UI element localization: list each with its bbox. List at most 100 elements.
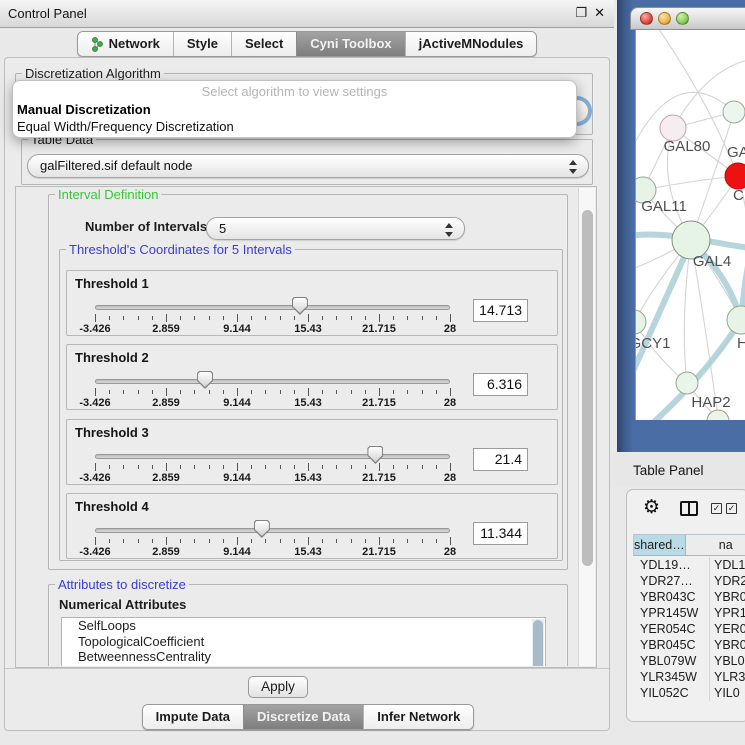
slider-handle[interactable] xyxy=(254,520,270,538)
slider-track[interactable] xyxy=(95,528,450,533)
tick-mark xyxy=(166,537,167,545)
column-header-name[interactable]: na xyxy=(686,535,745,555)
settings-scroll-area: Interval Definition Number of Intervals … xyxy=(15,186,597,668)
traffic-zoom-icon[interactable] xyxy=(676,12,689,25)
slider-handle[interactable] xyxy=(292,297,308,315)
threshold-value-field[interactable]: 6.316 xyxy=(473,373,528,396)
tick-mark xyxy=(223,465,224,469)
group-title: Discretization Algorithm xyxy=(22,66,164,81)
tab-discretize-data[interactable]: Discretize Data xyxy=(243,705,363,729)
threshold-label: Threshold 4 xyxy=(75,499,149,514)
tick-mark xyxy=(379,463,380,471)
node-selected-red[interactable] xyxy=(725,163,745,189)
node-top-right[interactable] xyxy=(723,101,745,123)
table-row[interactable]: YBL079WYBL0 xyxy=(633,653,745,669)
tab-jactivemnodules[interactable]: jActiveMNodules xyxy=(405,32,537,56)
table-row[interactable]: YER054CYER0 xyxy=(633,621,745,637)
tick-mark xyxy=(237,463,238,471)
vertical-scrollbar[interactable] xyxy=(578,188,595,666)
list-item-selfloops[interactable]: SelfLoops xyxy=(62,618,545,634)
tick-mark xyxy=(152,465,153,469)
threshold-box-1: Threshold 1-3.4262.8599.14415.4321.71528… xyxy=(66,270,558,336)
table-row[interactable]: YIL052CYIL0 xyxy=(633,685,745,701)
traffic-close-icon[interactable] xyxy=(640,12,653,25)
tick-mark xyxy=(280,465,281,469)
tick-mark xyxy=(351,390,352,394)
tick-label: 15.43 xyxy=(294,397,322,409)
num-intervals-value: 5 xyxy=(219,221,226,236)
slider-track[interactable] xyxy=(95,305,450,310)
node-hap2[interactable] xyxy=(676,372,698,394)
table-row[interactable]: YLR345WYLR3 xyxy=(633,669,745,685)
list-item-betweennesscentrality[interactable]: BetweennessCentrality xyxy=(62,649,545,665)
slider-handle[interactable] xyxy=(367,446,383,464)
tab-impute-data[interactable]: Impute Data xyxy=(143,705,243,729)
tick-mark xyxy=(308,388,309,396)
threshold-box-3: Threshold 3-3.4262.8599.14415.4321.71528… xyxy=(66,419,558,485)
slider-handle[interactable] xyxy=(197,371,213,389)
apply-button[interactable]: Apply xyxy=(248,676,308,698)
checkbox-checked-icon[interactable]: ✓ xyxy=(711,503,722,514)
tick-label: 21.715 xyxy=(362,323,396,335)
scrollbar-thumb[interactable] xyxy=(582,210,593,566)
cell-name: YDR2 xyxy=(710,573,745,589)
tick-mark xyxy=(351,465,352,469)
tick-mark xyxy=(365,465,366,469)
popup-option-manual-discretization[interactable]: Manual Discretization xyxy=(17,102,151,117)
tab-cyni-toolbox[interactable]: Cyni Toolbox xyxy=(296,32,404,56)
node-h[interactable] xyxy=(727,306,745,334)
threshold-value-field[interactable]: 14.713 xyxy=(473,299,528,322)
slider-track[interactable] xyxy=(95,454,450,459)
tick-mark xyxy=(123,390,124,394)
tab-network[interactable]: Network xyxy=(78,32,173,56)
attributes-list[interactable]: SelfLoopsTopologicalCoefficientBetweenne… xyxy=(61,617,546,666)
tab-infer-network[interactable]: Infer Network xyxy=(363,705,473,729)
cell-name: YBL0 xyxy=(710,653,745,669)
tick-label: 28 xyxy=(444,546,456,558)
table-row[interactable]: YBR045CYBR0 xyxy=(633,637,745,653)
slider-ticks xyxy=(95,314,450,322)
cell-name: YDL1 xyxy=(710,557,745,573)
slider-track[interactable] xyxy=(95,379,450,384)
tick-mark xyxy=(308,463,309,471)
node-gcy1[interactable] xyxy=(636,310,646,334)
table-row[interactable]: YDL19…YDL1 xyxy=(633,557,745,573)
tab-label: Infer Network xyxy=(377,705,460,729)
traffic-minimize-icon[interactable] xyxy=(658,12,671,25)
columns-icon[interactable] xyxy=(680,501,698,516)
attributes-scrollbar[interactable] xyxy=(532,619,544,666)
list-item-topologicalcoefficient[interactable]: TopologicalCoefficient xyxy=(62,634,545,650)
table-row[interactable]: YBR043CYBR0 xyxy=(633,589,745,605)
tab-select[interactable]: Select xyxy=(231,32,296,56)
gear-icon[interactable]: ⚙ xyxy=(643,496,660,519)
tick-mark xyxy=(209,390,210,394)
threshold-value-field[interactable]: 21.4 xyxy=(473,448,528,471)
tick-mark xyxy=(407,316,408,320)
node-label-gcy1: GCY1 xyxy=(636,335,670,352)
threshold-value-field[interactable]: 11.344 xyxy=(473,522,528,545)
tick-mark xyxy=(166,463,167,471)
tick-mark xyxy=(379,537,380,545)
num-intervals-combobox[interactable]: 5 xyxy=(206,217,465,240)
popup-option-equal-width-frequency[interactable]: Equal Width/Frequency Discretization xyxy=(17,119,234,134)
tick-mark xyxy=(265,316,266,320)
tick-mark xyxy=(237,314,238,322)
cell-shared-name: YDL19… xyxy=(633,557,710,573)
float-window-icon[interactable]: ❐ xyxy=(575,5,587,21)
cell-shared-name: YBL079W xyxy=(633,653,710,669)
close-icon[interactable]: ✕ xyxy=(594,5,605,21)
node-label-h: H xyxy=(737,335,745,352)
checkbox-checked-icon[interactable]: ✓ xyxy=(726,503,737,514)
numerical-attributes-label: Numerical Attributes xyxy=(59,597,186,612)
column-header-shared-name[interactable]: shared… xyxy=(634,535,686,555)
tab-style[interactable]: Style xyxy=(173,32,231,56)
network-window-titlebar xyxy=(630,7,745,30)
top-tab-bar: NetworkStyleSelectCyni ToolboxjActiveMNo… xyxy=(0,31,614,57)
table-row[interactable]: YDR27…YDR2 xyxy=(633,573,745,589)
cell-shared-name: YER054C xyxy=(633,621,710,637)
tick-mark xyxy=(379,314,380,322)
network-view-canvas[interactable]: GAL80GACGAL11GAL4GCY1HHAP2 xyxy=(635,30,745,420)
tick-mark xyxy=(393,390,394,394)
table-data-combobox[interactable]: galFiltered.sif default node xyxy=(27,154,589,178)
table-row[interactable]: YPR145WYPR1 xyxy=(633,605,745,621)
